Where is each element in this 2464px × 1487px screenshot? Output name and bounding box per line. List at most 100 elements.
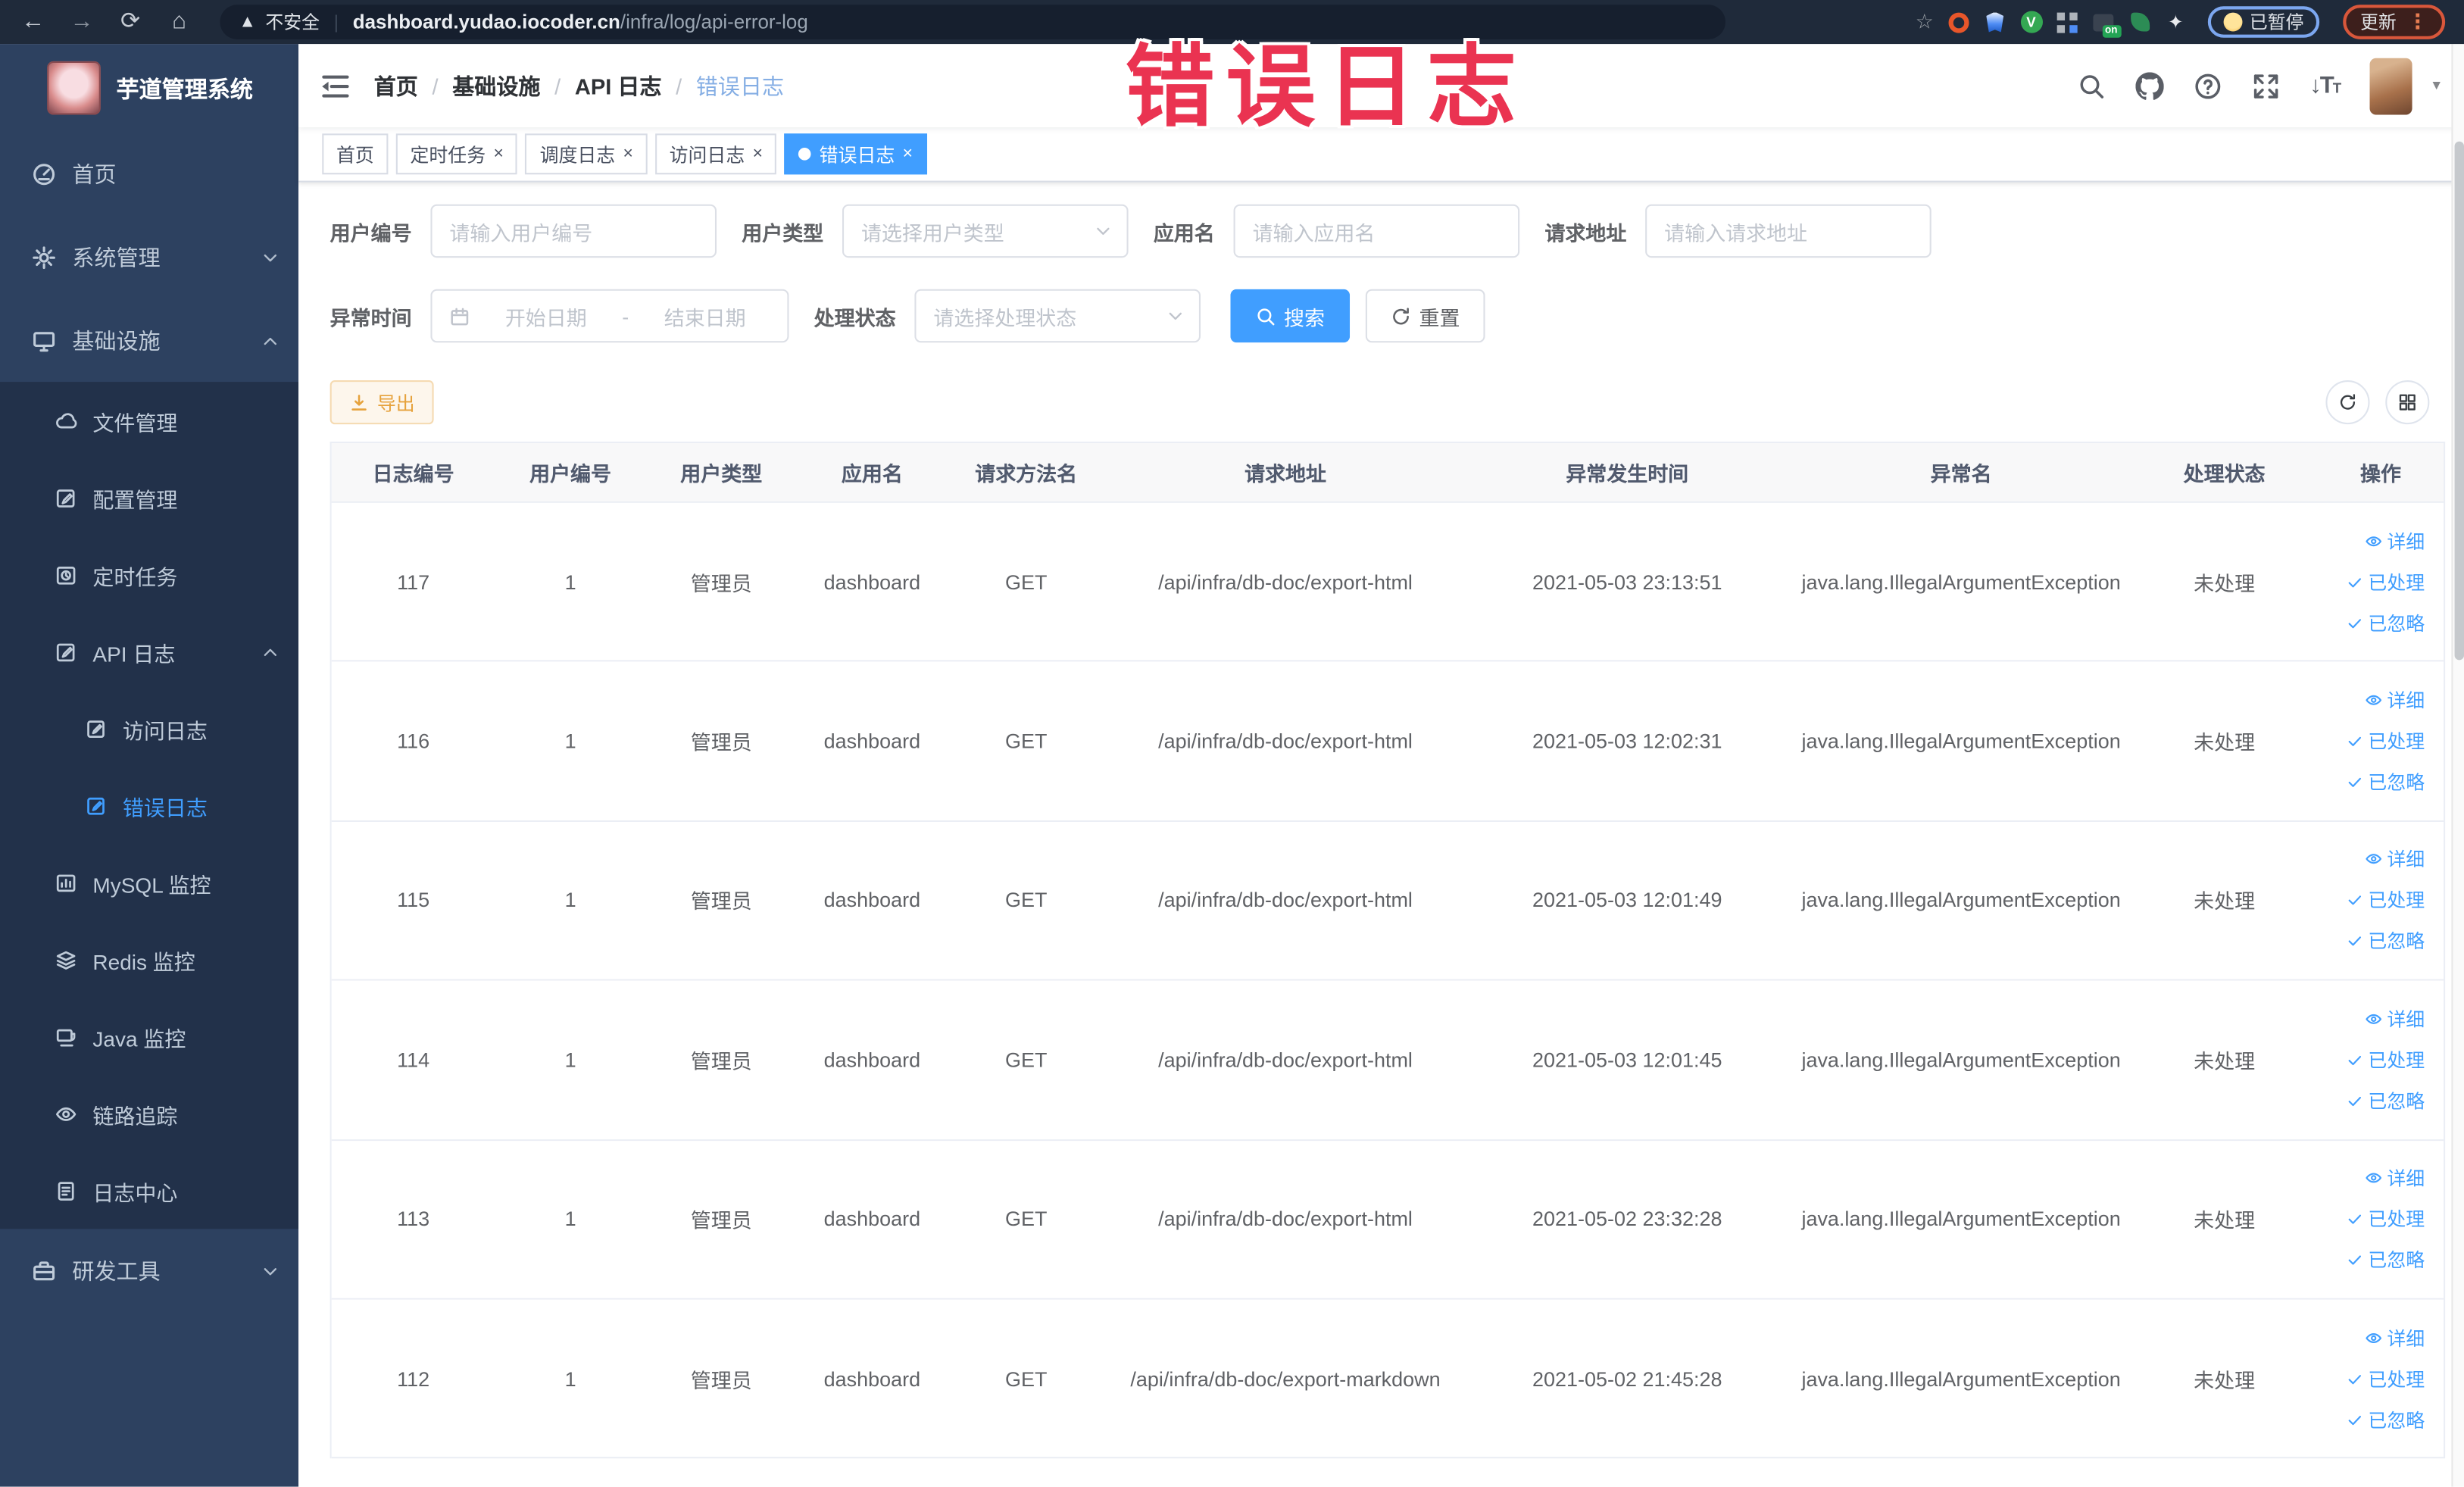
extension-grid-icon[interactable]	[2056, 11, 2078, 33]
scrollbar-thumb[interactable]	[2454, 141, 2464, 661]
extension-leaf-icon[interactable]	[2128, 11, 2150, 33]
cell-异常发生时间: 2021-05-03 12:01:49	[1532, 889, 1722, 913]
font-size-icon[interactable]: ↓TT	[2309, 72, 2341, 98]
close-icon[interactable]: ×	[903, 145, 913, 164]
action-已处理[interactable]: 已处理	[2346, 1046, 2425, 1073]
action-详细[interactable]: 详细	[2365, 1005, 2425, 1032]
action-详细[interactable]: 详细	[2365, 687, 2425, 714]
extension-shield-icon[interactable]	[1984, 11, 2006, 33]
reload-icon[interactable]: ⟳	[117, 0, 145, 44]
date-start-placeholder[interactable]: 开始日期	[481, 301, 611, 330]
chrome-update-button[interactable]: 更新 ⋮	[2343, 5, 2446, 39]
process-status-select[interactable]: 请选择处理状态	[914, 289, 1201, 343]
hamburger-icon[interactable]	[322, 74, 349, 97]
extension-orange-icon[interactable]	[1947, 11, 1969, 33]
sidebar-item-基础设施[interactable]: 基础设施	[0, 298, 298, 382]
filter-select[interactable]: 请选择用户类型	[842, 204, 1129, 258]
column-header-处理状态: 处理状态	[2183, 461, 2266, 486]
tab-调度日志[interactable]: 调度日志 ×	[525, 133, 648, 175]
sidebar-item-系统管理[interactable]: 系统管理	[0, 215, 298, 298]
reset-button[interactable]: 重置	[1365, 289, 1485, 343]
sidebar-item-首页[interactable]: 首页	[0, 132, 298, 215]
search-icon[interactable]	[2077, 71, 2105, 99]
action-已处理[interactable]: 已处理	[2346, 1365, 2425, 1392]
action-已忽略[interactable]: 已忽略	[2346, 769, 2425, 795]
breadcrumb-item[interactable]: 基础设施	[452, 70, 540, 101]
close-icon[interactable]: ×	[623, 145, 633, 164]
action-已处理[interactable]: 已处理	[2346, 887, 2425, 914]
breadcrumb-item[interactable]: API 日志	[575, 70, 662, 101]
layers-icon	[55, 948, 77, 970]
tab-错误日志[interactable]: 错误日志 ×	[785, 133, 927, 175]
sidebar-item-MySQL-监控[interactable]: MySQL 监控	[0, 844, 298, 921]
cell-处理状态: 未处理	[2194, 1368, 2256, 1392]
date-end-placeholder[interactable]: 结束日期	[640, 301, 770, 330]
sidebar-item-访问日志[interactable]: 访问日志	[0, 690, 298, 767]
refresh-table-button[interactable]	[2325, 380, 2370, 425]
action-已忽略[interactable]: 已忽略	[2346, 928, 2425, 954]
bookmark-star-icon[interactable]: ☆	[1916, 9, 1934, 34]
tab-访问日志[interactable]: 访问日志 ×	[654, 133, 777, 175]
forward-icon[interactable]: →	[67, 0, 95, 44]
action-label: 详细	[2387, 689, 2425, 712]
close-icon[interactable]: ×	[493, 145, 503, 164]
sidebar-item-错误日志[interactable]: 错误日志	[0, 767, 298, 844]
action-详细[interactable]: 详细	[2365, 527, 2425, 554]
paused-label: 已暂停	[2249, 14, 2304, 33]
action-已忽略[interactable]: 已忽略	[2346, 1087, 2425, 1114]
user-avatar[interactable]	[2369, 57, 2412, 114]
security-label[interactable]: 不安全	[265, 9, 320, 34]
home-icon[interactable]: ⌂	[165, 0, 193, 44]
page-scrollbar[interactable]	[2451, 44, 2464, 1487]
url-path[interactable]: /infra/log/api-error-log	[620, 11, 808, 33]
sidebar-item-日志中心[interactable]: 日志中心	[0, 1152, 298, 1229]
calendar-icon	[449, 306, 470, 326]
app-logo-row[interactable]: 芋道管理系统	[0, 44, 298, 132]
back-icon[interactable]: ←	[19, 0, 47, 44]
extension-on-icon[interactable]	[2092, 11, 2114, 33]
sidebar-item-API-日志[interactable]: API 日志	[0, 613, 298, 690]
action-详细[interactable]: 详细	[2365, 1165, 2425, 1192]
action-详细[interactable]: 详细	[2365, 846, 2425, 873]
profile-paused-badge[interactable]: 已暂停	[2206, 6, 2320, 38]
url-domain[interactable]: dashboard.yudao.iocoder.cn	[353, 11, 620, 33]
action-已处理[interactable]: 已处理	[2346, 568, 2425, 595]
sidebar-item-Java-监控[interactable]: Java 监控	[0, 998, 298, 1075]
sidebar-item-label: Java 监控	[92, 1026, 186, 1051]
check-icon	[2346, 932, 2363, 950]
sidebar-item-配置管理[interactable]: 配置管理	[0, 459, 298, 536]
tab-定时任务[interactable]: 定时任务 ×	[395, 133, 518, 175]
date-range-input[interactable]: 开始日期 - 结束日期	[430, 289, 789, 343]
action-详细[interactable]: 详细	[2365, 1324, 2425, 1351]
menu-dots-icon[interactable]: ⋮	[2407, 11, 2428, 32]
action-已处理[interactable]: 已处理	[2346, 1206, 2425, 1232]
action-已处理[interactable]: 已处理	[2346, 728, 2425, 754]
input-placeholder: 请选择用户类型	[860, 220, 1004, 245]
column-settings-button[interactable]	[2385, 380, 2430, 425]
close-icon[interactable]: ×	[753, 145, 763, 164]
extensions-pin-icon[interactable]: ✦	[2165, 11, 2187, 33]
sidebar-item-定时任务[interactable]: 定时任务	[0, 536, 298, 613]
sidebar-item-研发工具[interactable]: 研发工具	[0, 1229, 298, 1312]
extension-v-icon[interactable]: V	[2019, 11, 2042, 33]
docs-help-icon[interactable]	[2194, 71, 2222, 99]
filter-input[interactable]: 请输入请求地址	[1645, 204, 1932, 258]
table-row: 114 1 管理员 dashboard GET/api/infra/db-doc/exp…	[331, 980, 2444, 1141]
action-已忽略[interactable]: 已忽略	[2346, 1247, 2425, 1273]
filter-input[interactable]: 请输入应用名	[1233, 204, 1520, 258]
fullscreen-icon[interactable]	[2252, 71, 2280, 99]
filter-input[interactable]: 请输入用户编号	[430, 204, 717, 258]
export-button[interactable]: 导出	[329, 380, 434, 425]
breadcrumb-item[interactable]: 首页	[374, 70, 418, 101]
action-已忽略[interactable]: 已忽略	[2346, 1406, 2425, 1432]
cell-操作: 详细已处理已忽略	[2315, 662, 2447, 820]
sidebar-item-链路追踪[interactable]: 链路追踪	[0, 1075, 298, 1152]
sidebar-item-文件管理[interactable]: 文件管理	[0, 382, 298, 459]
avatar-caret-icon[interactable]: ▾	[2432, 77, 2440, 95]
github-icon[interactable]	[2135, 71, 2164, 99]
tab-首页[interactable]: 首页	[322, 133, 389, 175]
sidebar-item-Redis-监控[interactable]: Redis 监控	[0, 921, 298, 998]
action-已忽略[interactable]: 已忽略	[2346, 609, 2425, 636]
filter-label: 异常时间	[329, 305, 412, 330]
search-button[interactable]: 搜索	[1230, 289, 1351, 343]
